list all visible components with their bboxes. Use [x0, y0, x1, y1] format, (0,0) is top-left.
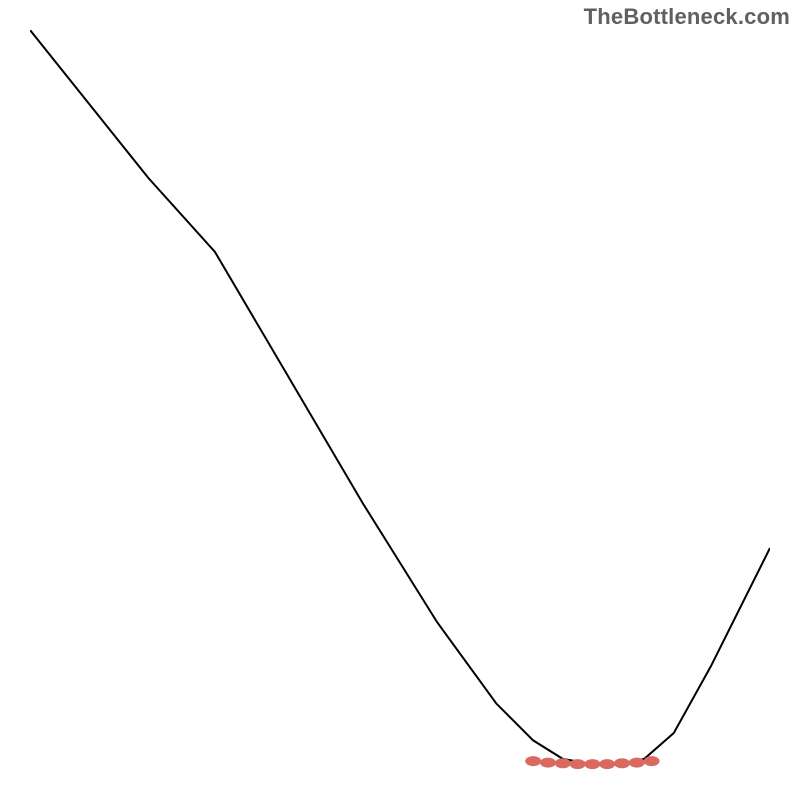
optimal-marker — [599, 759, 615, 769]
optimal-marker — [614, 758, 630, 768]
optimal-range-markers — [525, 756, 659, 769]
optimal-marker — [555, 758, 571, 768]
optimal-marker — [525, 756, 541, 766]
gradient-background — [30, 30, 770, 770]
chart-stage: TheBottleneck.com — [0, 0, 800, 800]
optimal-marker — [584, 759, 600, 769]
optimal-marker — [644, 756, 660, 766]
optimal-marker — [540, 758, 556, 768]
optimal-marker — [629, 758, 645, 768]
bottleneck-curve — [30, 30, 770, 764]
bottleneck-chart — [0, 0, 800, 800]
optimal-marker — [570, 759, 586, 769]
